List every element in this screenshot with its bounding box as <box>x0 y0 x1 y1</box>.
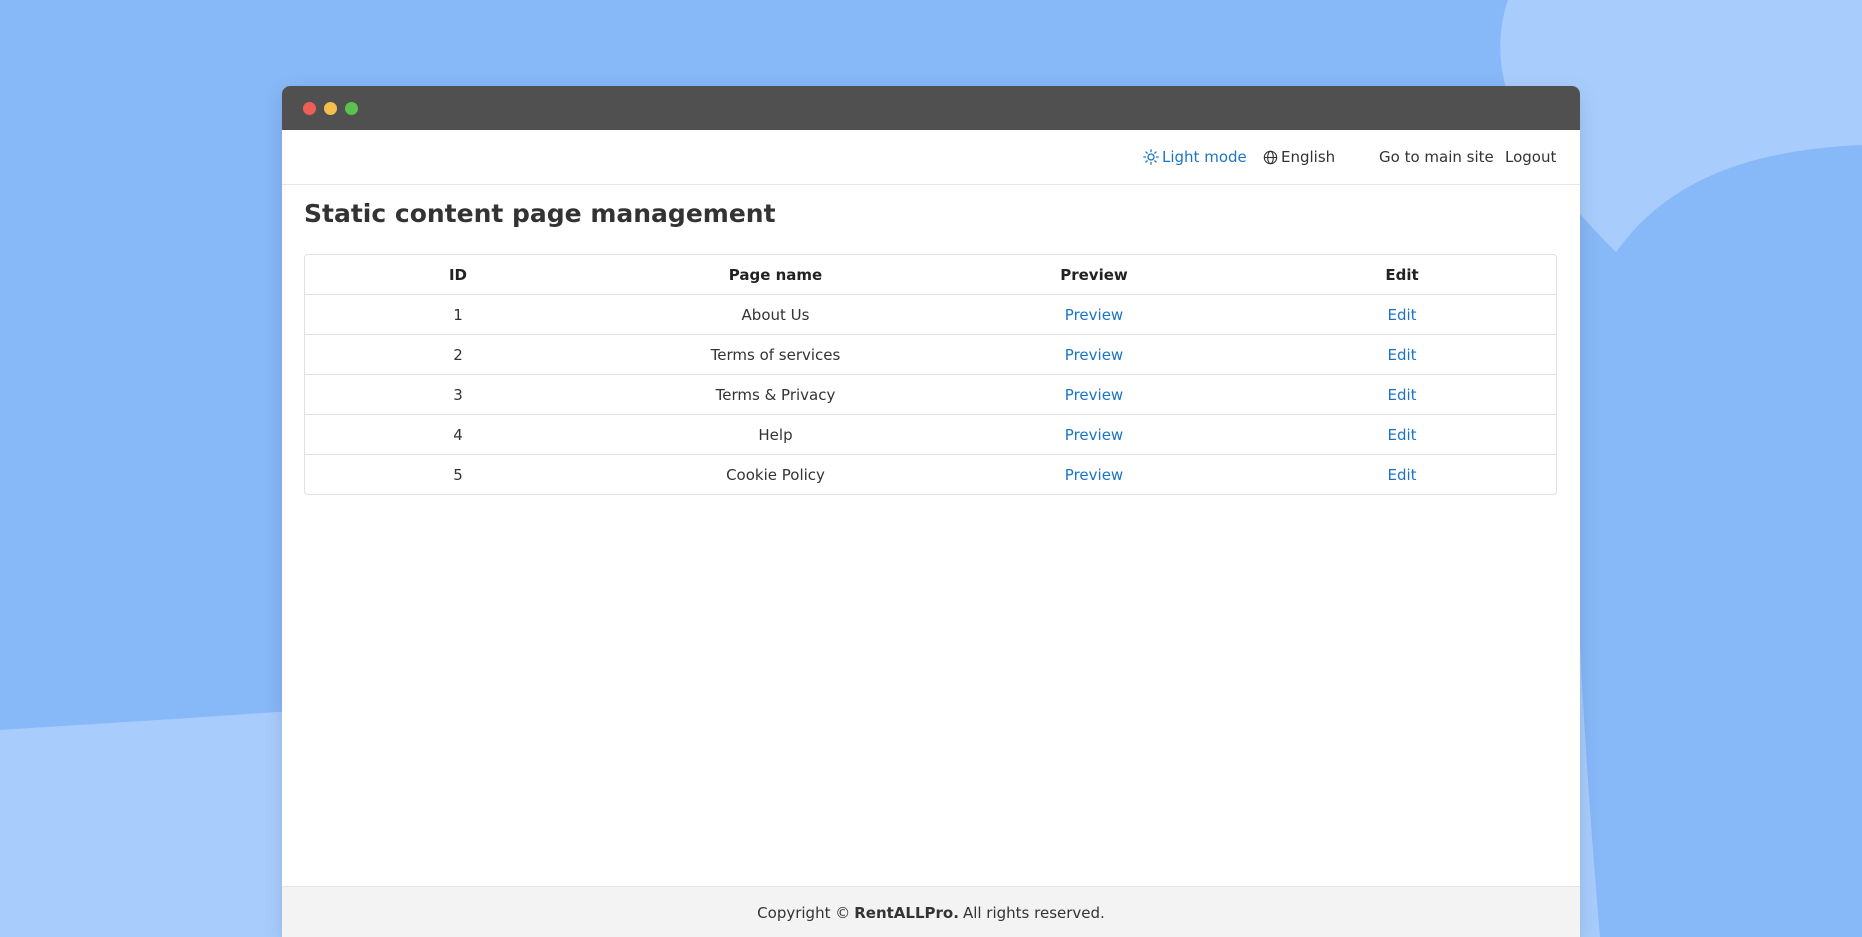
row-id: 3 <box>305 374 611 415</box>
row-page-name: Cookie Policy <box>726 465 825 484</box>
preview-link[interactable]: Preview <box>1065 346 1123 364</box>
top-navigation: Light mode English Go to main site Logou… <box>282 130 1580 185</box>
preview-link[interactable]: Preview <box>1065 426 1123 444</box>
column-header-preview: Preview <box>940 255 1248 295</box>
table-row: 1 About Us Preview Edit <box>305 294 1556 335</box>
language-selector[interactable]: English <box>1263 130 1335 184</box>
row-id: 5 <box>453 465 463 484</box>
preview-link[interactable]: Preview <box>1065 306 1123 324</box>
pages-table: ID Page name Preview Edit 1 About Us Pre… <box>304 254 1557 495</box>
row-page-name: Terms & Privacy <box>611 374 940 415</box>
theme-toggle[interactable]: Light mode <box>1143 130 1247 184</box>
row-id: 2 <box>305 334 611 375</box>
edit-link[interactable]: Edit <box>1387 386 1416 404</box>
table-row: 4 Help Preview Edit <box>305 414 1556 455</box>
minimize-window-dot[interactable] <box>324 102 337 115</box>
preview-link[interactable]: Preview <box>1065 386 1123 404</box>
edit-link[interactable]: Edit <box>1387 466 1416 484</box>
browser-window: Light mode English Go to main site Logou… <box>282 86 1580 937</box>
row-page-name: Terms of services <box>611 334 940 375</box>
preview-link[interactable]: Preview <box>1065 466 1123 484</box>
language-label: English <box>1281 148 1336 166</box>
row-id: 1 <box>305 294 611 335</box>
page-title: Static content page management <box>304 199 776 228</box>
sun-icon <box>1143 149 1159 165</box>
row-id: 4 <box>305 414 611 455</box>
logout-link[interactable]: Logout <box>1505 130 1556 184</box>
close-window-dot[interactable] <box>303 102 316 115</box>
go-to-main-site-link[interactable]: Go to main site <box>1379 130 1494 184</box>
table-row: 5 Cookie Policy Preview Edit <box>305 455 1556 495</box>
column-header-page-name: Page name <box>611 255 940 295</box>
page-footer: Copyright © RentALLPro. All rights reser… <box>282 886 1580 937</box>
table-header-row: ID Page name Preview Edit <box>305 255 1556 295</box>
edit-link[interactable]: Edit <box>1387 306 1416 324</box>
column-header-edit: Edit <box>1248 255 1556 295</box>
edit-link[interactable]: Edit <box>1387 346 1416 364</box>
globe-icon <box>1263 150 1278 164</box>
brand-name: RentALLPro. <box>854 903 959 922</box>
table-row: 2 Terms of services Preview Edit <box>305 334 1556 375</box>
maximize-window-dot[interactable] <box>345 102 358 115</box>
table-row: 3 Terms & Privacy Preview Edit <box>305 374 1556 415</box>
copyright-prefix: Copyright © <box>757 903 851 922</box>
edit-link[interactable]: Edit <box>1387 426 1416 444</box>
row-page-name: About Us <box>611 294 940 335</box>
copyright-suffix: All rights reserved. <box>962 903 1105 922</box>
theme-toggle-label: Light mode <box>1162 148 1247 166</box>
row-page-name: Help <box>611 414 940 455</box>
window-titlebar <box>282 86 1580 130</box>
column-header-id: ID <box>305 255 611 295</box>
